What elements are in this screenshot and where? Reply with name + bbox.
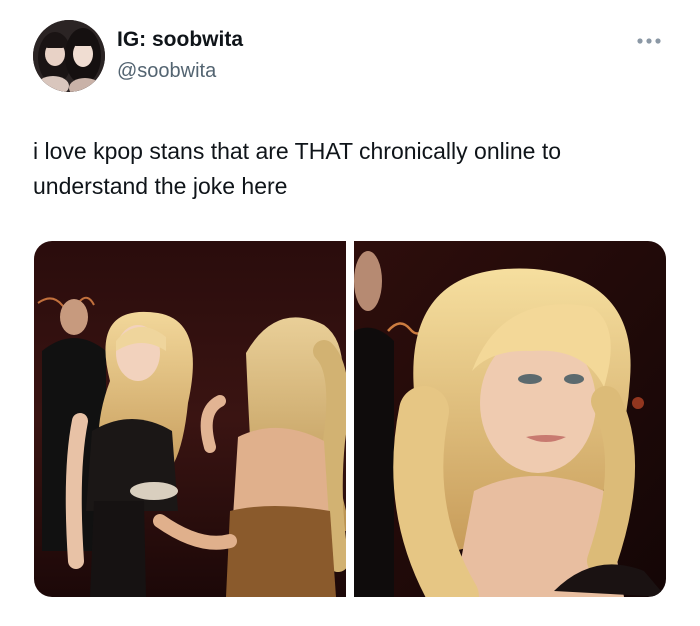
ellipsis-icon: [637, 38, 661, 44]
photo-right[interactable]: [354, 241, 666, 597]
tweet-text: i love kpop stans that are THAT chronica…: [33, 138, 562, 199]
photo-left[interactable]: [34, 241, 346, 597]
media-grid: [34, 241, 666, 597]
avatar[interactable]: [33, 20, 105, 92]
avatar-image: [33, 20, 105, 92]
photo-left-image: [34, 241, 346, 597]
tweet-card: IG: soobwita @soobwita i love kpop stans…: [0, 0, 700, 626]
display-name[interactable]: IG: soobwita: [117, 28, 243, 52]
photo-right-image: [354, 241, 666, 597]
user-handle[interactable]: @soobwita: [117, 60, 216, 83]
more-options-button[interactable]: [634, 30, 664, 52]
